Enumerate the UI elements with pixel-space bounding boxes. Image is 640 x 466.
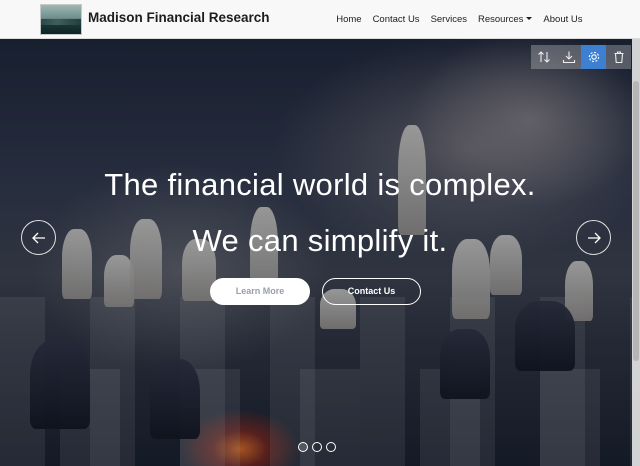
sort-button[interactable] (531, 45, 556, 69)
navbar: Madison Financial Research Home Contact … (0, 0, 640, 39)
carousel-prev-button[interactable] (21, 220, 56, 255)
nav-item-resources-label: Resources (478, 14, 524, 25)
carousel-indicator-2[interactable] (312, 442, 322, 452)
hero-carousel: The financial world is complex. We can s… (0, 39, 640, 466)
nav-item-services[interactable]: Services (425, 14, 472, 25)
caret-down-icon (526, 17, 533, 20)
arrow-left-icon (31, 232, 45, 243)
scrollbar-thumb[interactable] (633, 81, 639, 361)
nav-item-about-us[interactable]: About Us (538, 14, 588, 25)
learn-more-button[interactable]: Learn More (210, 278, 310, 305)
carousel-indicator-3[interactable] (326, 442, 336, 452)
main-nav: Home Contact Us Services Resources About… (331, 0, 588, 39)
delete-button[interactable] (606, 45, 631, 69)
sort-icon (537, 51, 550, 63)
settings-icon (588, 51, 599, 63)
nav-item-home[interactable]: Home (331, 14, 367, 25)
carousel-indicators (298, 442, 336, 452)
logo-image[interactable] (40, 4, 82, 35)
carousel-indicator-1[interactable] (298, 442, 308, 452)
page-scrollbar[interactable] (632, 39, 640, 466)
contact-us-button[interactable]: Contact Us (322, 278, 421, 305)
editor-toolbar (531, 45, 631, 69)
brand-name[interactable]: Madison Financial Research (88, 10, 270, 25)
settings-button[interactable] (581, 45, 606, 69)
hero-headline-line2: We can simplify it. (192, 223, 448, 258)
download-icon (562, 51, 575, 64)
arrow-right-icon (587, 232, 601, 243)
carousel-next-button[interactable] (576, 220, 611, 255)
trash-icon (614, 51, 623, 64)
hero-headline-line1: The financial world is complex. (104, 167, 536, 202)
nav-item-contact-us[interactable]: Contact Us (367, 14, 425, 25)
download-button[interactable] (556, 45, 581, 69)
nav-item-resources[interactable]: Resources (473, 14, 538, 25)
